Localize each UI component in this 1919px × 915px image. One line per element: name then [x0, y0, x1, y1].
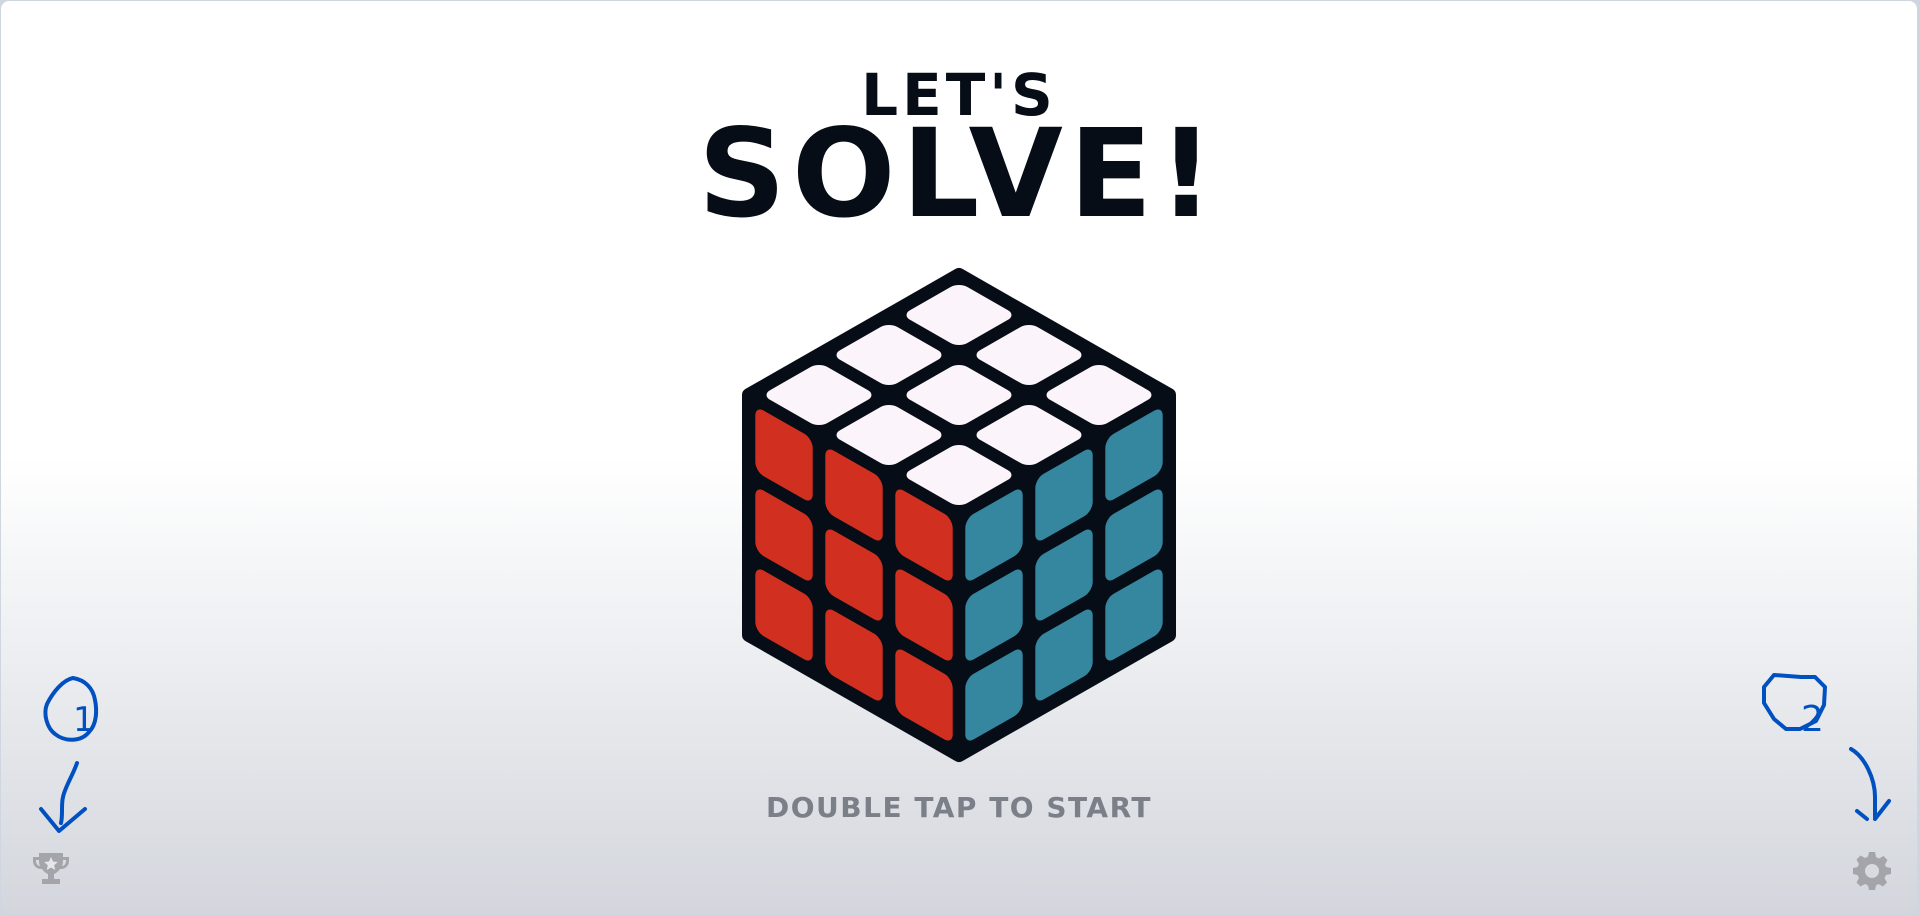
rubiks-cube[interactable]: [1, 1, 1917, 913]
double-tap-hint: DOUBLE TAP TO START: [765, 791, 1153, 824]
cube-body: [742, 268, 1176, 762]
leaderboard-button[interactable]: [29, 847, 73, 891]
gear-icon: [1853, 852, 1891, 890]
trophy-icon: [33, 853, 69, 884]
game-screen[interactable]: LET'S SOLVE! DOUBLE TAP TO START 1 2: [1, 1, 1917, 913]
settings-button[interactable]: [1850, 847, 1894, 891]
